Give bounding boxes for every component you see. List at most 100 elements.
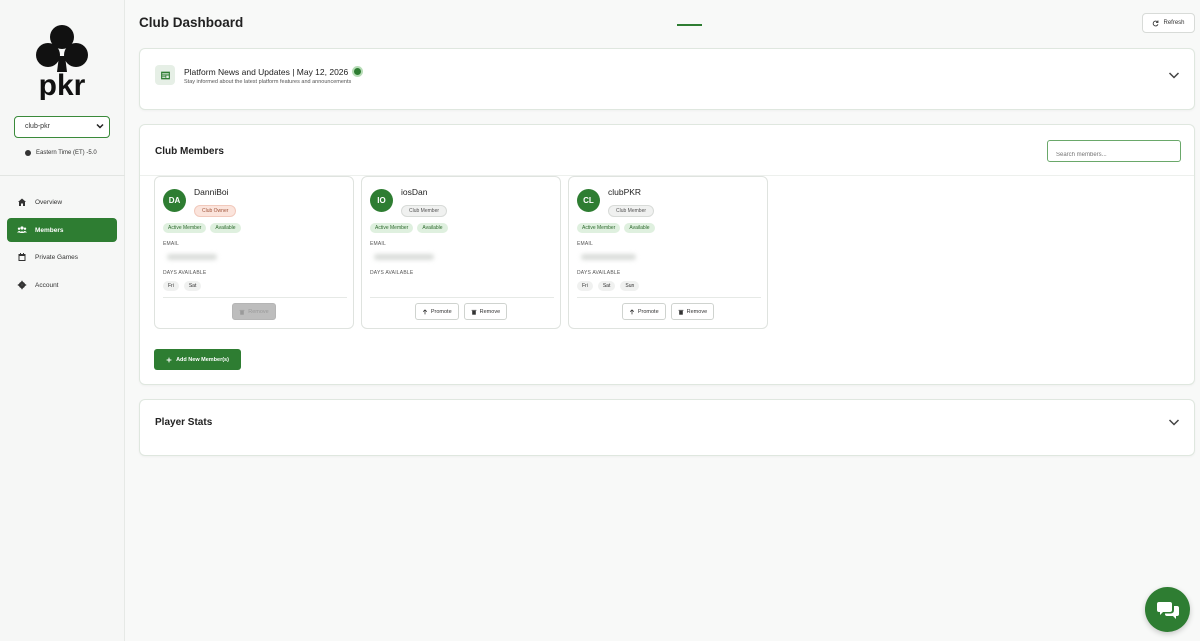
home-icon bbox=[18, 198, 26, 206]
status-badge: Available bbox=[417, 223, 448, 233]
day-chip: Sun bbox=[620, 281, 640, 291]
sidebar-item-label: Overview bbox=[35, 198, 63, 206]
email-label: EMAIL bbox=[370, 241, 387, 247]
users-icon bbox=[17, 226, 27, 233]
days-label: DAYS AVAILABLE bbox=[370, 270, 414, 276]
gear-icon bbox=[17, 280, 27, 290]
remove-button[interactable]: Remove bbox=[463, 303, 508, 320]
sidebar-item-label: Members bbox=[35, 226, 64, 234]
status-tags: Active Member Available bbox=[370, 223, 448, 233]
role-badge: Club Member bbox=[401, 205, 448, 217]
chevron-down-icon[interactable] bbox=[1168, 69, 1180, 81]
sidebar-item-members[interactable]: Members bbox=[7, 218, 117, 242]
news-subtitle: Stay informed about the latest platform … bbox=[184, 79, 352, 85]
new-indicator-dot bbox=[352, 66, 364, 77]
calendar-icon bbox=[18, 253, 26, 261]
trash-icon bbox=[678, 309, 684, 315]
member-actions: Promote Remove bbox=[362, 303, 560, 320]
status-badge: Active Member bbox=[163, 223, 207, 233]
sidebar-item-private-games[interactable]: Private Games bbox=[7, 245, 117, 269]
days-label: DAYS AVAILABLE bbox=[163, 270, 207, 276]
chevron-down-icon[interactable] bbox=[1168, 416, 1180, 428]
status-tags: Active Member Available bbox=[163, 223, 241, 233]
email-label: EMAIL bbox=[163, 241, 180, 247]
refresh-label: Refresh bbox=[1163, 20, 1185, 26]
sidebar-item-account[interactable]: Account bbox=[7, 273, 117, 297]
member-name: clubPKR bbox=[608, 187, 642, 197]
chevron-down-icon bbox=[96, 123, 104, 129]
status-badge: Available bbox=[210, 223, 241, 233]
status-badge: Active Member bbox=[577, 223, 621, 233]
page-title: Club Dashboard bbox=[139, 15, 244, 30]
refresh-button[interactable]: Refresh bbox=[1142, 13, 1195, 33]
member-actions: Remove bbox=[155, 303, 353, 320]
role-badge: Club Member bbox=[608, 205, 655, 217]
member-actions: Promote Remove bbox=[569, 303, 767, 320]
status-badge: Available bbox=[624, 223, 655, 233]
add-member-button[interactable]: Add New Member(s) bbox=[154, 349, 241, 370]
avatar: IO bbox=[370, 189, 393, 212]
email-label: EMAIL bbox=[577, 241, 594, 247]
sidebar: pkr club-pkr Eastern Time (ET) -5.0 Over… bbox=[0, 0, 125, 641]
remove-label: Remove bbox=[248, 308, 269, 315]
status-tags: Active Member Available bbox=[577, 223, 655, 233]
avatar: DA bbox=[163, 189, 186, 212]
newspaper-icon bbox=[155, 65, 175, 85]
sidebar-item-overview[interactable]: Overview bbox=[7, 190, 117, 214]
sidebar-item-label: Account bbox=[35, 281, 59, 289]
nav-divider bbox=[0, 175, 125, 176]
member-name: DanniBoi bbox=[194, 187, 229, 197]
promote-button[interactable]: Promote bbox=[414, 303, 459, 320]
player-stats-card[interactable]: Player Stats bbox=[139, 399, 1195, 456]
timezone-label: Eastern Time (ET) -5.0 bbox=[36, 150, 97, 156]
arrow-up-icon bbox=[629, 308, 634, 314]
member-card: CL clubPKR Club Member Active Member Ava… bbox=[568, 176, 768, 329]
day-chip: Sat bbox=[597, 281, 616, 291]
card-divider bbox=[370, 297, 554, 298]
remove-label: Remove bbox=[686, 308, 708, 315]
status-badge: Active Member bbox=[370, 223, 414, 233]
email-value-redacted bbox=[581, 254, 636, 260]
club-members-title: Club Members bbox=[155, 146, 224, 157]
day-chip: Fri bbox=[577, 281, 593, 291]
promote-label: Promote bbox=[637, 308, 659, 315]
card-divider bbox=[577, 297, 761, 298]
days-label: DAYS AVAILABLE bbox=[577, 270, 621, 276]
trash-icon bbox=[471, 309, 477, 315]
trash-icon bbox=[239, 309, 245, 315]
clock-icon bbox=[25, 150, 31, 156]
club-select-value: club-pkr bbox=[25, 123, 50, 130]
remove-button[interactable]: Remove bbox=[670, 303, 715, 320]
refresh-icon bbox=[1153, 20, 1159, 26]
chat-icon bbox=[1156, 601, 1179, 619]
sidebar-item-label: Private Games bbox=[35, 253, 78, 261]
news-card[interactable]: Platform News and Updates | May 12, 2026… bbox=[139, 48, 1195, 110]
arrow-up-icon bbox=[422, 308, 427, 314]
chat-button[interactable] bbox=[1145, 587, 1190, 632]
add-member-label: Add New Member(s) bbox=[176, 356, 229, 363]
promote-button[interactable]: Promote bbox=[621, 303, 666, 320]
day-chip: Sat bbox=[183, 281, 202, 291]
member-card: DA DanniBoi Club Owner Active Member Ava… bbox=[154, 176, 354, 329]
pkr-logo[interactable]: pkr bbox=[30, 20, 94, 102]
remove-button[interactable]: Remove bbox=[232, 303, 276, 320]
news-title-text: Platform News and Updates | May 12, 2026 bbox=[184, 66, 349, 77]
avatar: CL bbox=[577, 189, 600, 212]
email-value-redacted bbox=[167, 254, 217, 260]
title-accent-bar bbox=[677, 24, 702, 26]
promote-label: Promote bbox=[430, 308, 452, 315]
member-search-input[interactable] bbox=[1047, 140, 1181, 162]
member-name: iosDan bbox=[401, 187, 428, 197]
player-stats-title: Player Stats bbox=[155, 417, 213, 428]
remove-label: Remove bbox=[479, 308, 501, 315]
plus-icon bbox=[166, 357, 172, 362]
card-divider bbox=[163, 297, 347, 298]
club-members-card: Club Members DA DanniBoi Club Owner Acti… bbox=[139, 124, 1195, 385]
news-title: Platform News and Updates | May 12, 2026 bbox=[184, 66, 364, 77]
days-list: Fri Sat bbox=[163, 281, 202, 291]
timezone-display: Eastern Time (ET) -5.0 bbox=[25, 150, 97, 156]
member-card: IO iosDan Club Member Active Member Avai… bbox=[361, 176, 561, 329]
club-select[interactable]: club-pkr bbox=[14, 116, 110, 138]
day-chip: Fri bbox=[163, 281, 179, 291]
days-list: Fri Sat Sun bbox=[577, 281, 640, 291]
